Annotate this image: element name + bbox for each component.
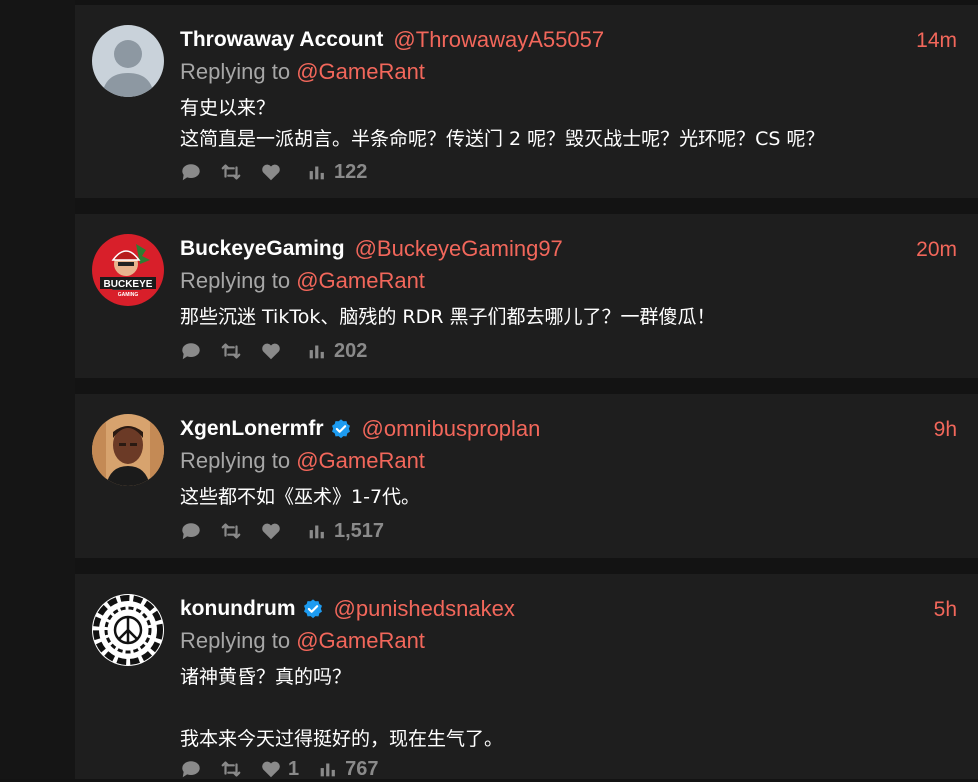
- tweet-card[interactable]: Throwaway Account @ThrowawayA55057 14m R…: [75, 5, 978, 198]
- replying-to: Replying to @GameRant: [180, 59, 425, 84]
- tweet-card[interactable]: konundrum @punishedsnakex 5h Replying to…: [75, 574, 978, 782]
- handle[interactable]: @ThrowawayA55057: [393, 27, 604, 53]
- view-count: 1,517: [334, 519, 385, 542]
- reply-button[interactable]: [180, 758, 202, 780]
- peace-symbol-avatar[interactable]: [92, 594, 164, 666]
- views-button[interactable]: 767: [317, 757, 379, 781]
- reply-feed: Throwaway Account @ThrowawayA55057 14m R…: [75, 0, 978, 782]
- heart-icon: [262, 164, 280, 181]
- like-button[interactable]: 1: [260, 758, 299, 781]
- tweet-text: 诸神黄昏？真的吗？ 我本来今天过得挺好的，现在生气了。: [180, 666, 504, 750]
- mention-link[interactable]: @GameRant: [296, 268, 425, 293]
- like-button[interactable]: [260, 520, 288, 542]
- views-button[interactable]: 122: [306, 161, 367, 184]
- retweet-icon: [221, 343, 241, 359]
- tweet-text: 这些都不如《巫术》1-7代。: [180, 486, 421, 508]
- tweet-text: 那些沉迷 TikTok、脑残的 RDR 黑子们都去哪儿了？一群傻瓜！: [180, 306, 716, 328]
- mention-link[interactable]: @GameRant: [296, 628, 425, 653]
- bar-chart-icon: [309, 525, 324, 539]
- mention-link[interactable]: @GameRant: [296, 59, 425, 84]
- retweet-button[interactable]: [220, 520, 242, 542]
- replying-to: Replying to @GameRant: [180, 268, 425, 293]
- view-count: 202: [334, 339, 368, 362]
- timestamp[interactable]: 9h: [934, 418, 957, 442]
- retweet-button[interactable]: [220, 758, 242, 780]
- heart-icon: [262, 523, 280, 540]
- timestamp[interactable]: 14m: [916, 29, 957, 53]
- retweet-button[interactable]: [220, 161, 242, 183]
- verified-badge-icon: [330, 418, 352, 440]
- reply-icon: [182, 343, 200, 360]
- avatar-brand-text: BUCKEYE: [104, 279, 153, 290]
- tweet-card[interactable]: BUCKEYE GAMING BuckeyeGaming @BuckeyeGam…: [75, 214, 978, 378]
- replying-to: Replying to @GameRant: [180, 448, 425, 473]
- handle[interactable]: @BuckeyeGaming97: [355, 236, 563, 262]
- views-button[interactable]: 202: [306, 340, 367, 363]
- bar-chart-icon: [309, 345, 324, 359]
- retweet-icon: [221, 164, 241, 180]
- like-button[interactable]: [260, 161, 288, 183]
- retweet-icon: [221, 761, 241, 777]
- retweet-button[interactable]: [220, 340, 242, 362]
- verified-badge-icon: [302, 598, 324, 620]
- bar-chart-icon: [320, 763, 335, 777]
- buckeye-logo-avatar[interactable]: BUCKEYE GAMING: [92, 234, 164, 306]
- reply-icon: [182, 523, 200, 540]
- views-button[interactable]: 1,517: [306, 520, 384, 543]
- reply-button[interactable]: [180, 520, 202, 542]
- avatar-brand-subtext: GAMING: [118, 292, 139, 298]
- display-name[interactable]: Throwaway Account @ThrowawayA55057: [180, 27, 604, 53]
- display-name[interactable]: BuckeyeGaming @BuckeyeGaming97: [180, 236, 563, 262]
- action-bar: 122: [180, 159, 385, 185]
- replying-to: Replying to @GameRant: [180, 628, 425, 653]
- bar-chart-icon: [309, 166, 324, 180]
- heart-icon: [262, 343, 280, 360]
- action-bar: 1,517: [180, 518, 402, 544]
- default-avatar-icon[interactable]: [92, 25, 164, 97]
- like-button[interactable]: [260, 340, 288, 362]
- reply-button[interactable]: [180, 340, 202, 362]
- retweet-icon: [221, 523, 241, 539]
- tweet-card[interactable]: XgenLonermfr @omnibusproplan 9h Replying…: [75, 394, 978, 558]
- action-bar: 202: [180, 338, 385, 364]
- handle[interactable]: @omnibusproplan: [362, 416, 541, 442]
- reply-icon: [182, 761, 200, 778]
- heart-icon: [262, 761, 280, 778]
- left-gutter: [0, 0, 75, 779]
- handle[interactable]: @punishedsnakex: [334, 596, 515, 622]
- tweet-text: 有史以来？ 这简直是一派胡言。半条命呢？传送门 2 呢？毁灭战士呢？光环呢？CS…: [180, 97, 825, 150]
- timestamp[interactable]: 5h: [934, 598, 957, 622]
- portrait-avatar[interactable]: [92, 414, 164, 486]
- view-count: 767: [345, 757, 379, 780]
- timestamp[interactable]: 20m: [916, 238, 957, 262]
- display-name[interactable]: XgenLonermfr @omnibusproplan: [180, 416, 540, 442]
- like-count: 1: [288, 757, 300, 780]
- action-bar: 1 767: [180, 756, 397, 782]
- reply-icon: [182, 164, 200, 181]
- display-name[interactable]: konundrum @punishedsnakex: [180, 596, 515, 622]
- reply-button[interactable]: [180, 161, 202, 183]
- mention-link[interactable]: @GameRant: [296, 448, 425, 473]
- view-count: 122: [334, 160, 368, 183]
